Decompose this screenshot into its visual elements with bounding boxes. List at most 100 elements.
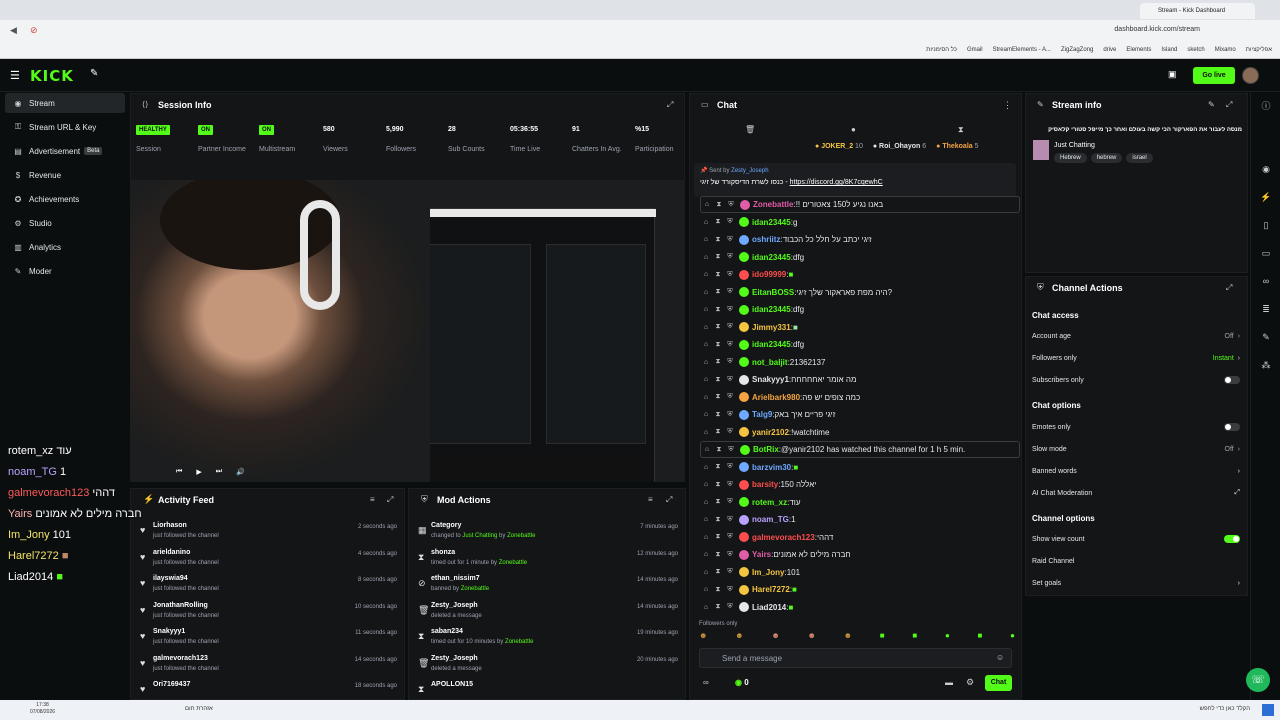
hourglass-icon[interactable]: ⧗	[712, 218, 724, 226]
moderator-name[interactable]: Zonebattle	[505, 639, 533, 645]
pin-message-icon[interactable]: ⌂	[700, 271, 712, 278]
emote-icon[interactable]: ☻	[771, 631, 779, 643]
filter-icon[interactable]: ≡	[370, 495, 375, 504]
pin-message-icon[interactable]: ⌂	[700, 394, 712, 401]
pin-message-icon[interactable]: ⌂	[700, 359, 712, 366]
hourglass-icon[interactable]: ⧗	[712, 376, 724, 384]
hourglass-icon[interactable]: ⧗	[712, 411, 724, 419]
category-label[interactable]: Just Chatting	[1054, 142, 1095, 149]
chat-username[interactable]: EitanBOSS	[752, 288, 794, 297]
slow-mode-row[interactable]: Slow mode Off ›	[1032, 439, 1240, 459]
bookmark-item[interactable]: Elements	[1126, 47, 1151, 53]
pin-message-icon[interactable]: ⌂	[700, 411, 712, 418]
pin-message-icon[interactable]: ⌂	[700, 481, 712, 488]
pin-message-icon[interactable]: ⌂	[700, 289, 712, 296]
hourglass-icon[interactable]: ⧗	[712, 236, 724, 244]
emote-icon[interactable]: ☻	[735, 631, 743, 643]
activity-user[interactable]: arieldanino	[153, 549, 190, 556]
tag[interactable]: Hebrew	[1054, 153, 1087, 163]
top-chatter[interactable]: ● Thekoala 5	[936, 143, 978, 155]
activity-user[interactable]: Liorhason	[153, 522, 187, 529]
avatar[interactable]	[1242, 67, 1259, 84]
chat-username[interactable]: Jimmy331	[752, 323, 791, 332]
chat-input[interactable]: Send a message	[699, 648, 1012, 668]
chat-icon[interactable]: ▭	[1256, 244, 1276, 262]
tag[interactable]: israel	[1126, 153, 1153, 163]
nodes-icon[interactable]: ⁂	[1256, 356, 1276, 374]
pin-message-icon[interactable]: ⌂	[700, 254, 712, 261]
sidebar-item-moder[interactable]: ✎ Moder	[5, 261, 125, 281]
hourglass-icon[interactable]: ⧗	[712, 498, 724, 506]
emote-icon[interactable]: ■	[880, 631, 885, 643]
pin-message-icon[interactable]: ⌂	[700, 569, 712, 576]
volume-icon[interactable]: 🔊	[236, 468, 245, 480]
chat-username[interactable]: rotem_xz	[752, 498, 787, 507]
reload-icon[interactable]: ⊘	[30, 25, 38, 36]
discord-link[interactable]: https://discord.gg/8K7cqewhC	[790, 179, 883, 186]
ai-moderation-row[interactable]: AI Chat Moderation ⤢	[1032, 483, 1240, 503]
bookmark-item[interactable]: Island	[1161, 47, 1177, 53]
chat-username[interactable]: idan23445	[752, 340, 791, 349]
bookmark-item[interactable]: אפליקציות	[1246, 47, 1272, 53]
hourglass-icon[interactable]: ⧗	[713, 201, 725, 209]
emote-icon[interactable]: ■	[912, 631, 917, 643]
hourglass-icon[interactable]: ⧗	[712, 323, 724, 331]
pin-message-icon[interactable]: ⌂	[701, 201, 713, 208]
popout-icon[interactable]: ⤢	[666, 495, 672, 505]
go-live-button[interactable]: Go live	[1193, 67, 1235, 84]
next-icon[interactable]: ⏭	[216, 468, 222, 480]
back-icon[interactable]: ◀	[10, 25, 17, 36]
activity-user[interactable]: Snakyyy1	[153, 628, 185, 635]
chat-username[interactable]: ido99999	[752, 270, 786, 279]
pinned-by[interactable]: Zesty_Joseph	[731, 168, 768, 174]
chat-username[interactable]: Liad2014	[752, 603, 786, 612]
prev-icon[interactable]: ⏮	[176, 468, 182, 480]
banned-words-row[interactable]: Banned words ›	[1032, 461, 1240, 481]
lightning-icon[interactable]: ⚡	[1256, 188, 1276, 206]
search-field[interactable]: הקלד כאן כדי לחפש	[1150, 706, 1250, 712]
chat-username[interactable]: Arielbark980	[752, 393, 800, 402]
chat-username[interactable]: yanir2102	[752, 428, 789, 437]
chat-username[interactable]: galmevorach123	[752, 533, 815, 542]
hourglass-icon[interactable]: ⧗	[712, 481, 724, 489]
followers-only-row[interactable]: Followers only Instant ›	[1032, 348, 1240, 368]
smile-icon[interactable]: ☺	[996, 653, 1004, 662]
emote-icon[interactable]: ■	[978, 631, 983, 643]
pin-message-icon[interactable]: ⌂	[700, 586, 712, 593]
bookmark-item[interactable]: כל הסימניות	[926, 47, 957, 53]
play-icon[interactable]: ▶	[196, 468, 201, 480]
hourglass-icon[interactable]: ⧗	[712, 463, 724, 471]
top-chatter[interactable]: ● JOKER_2 10	[815, 143, 863, 155]
hourglass-icon[interactable]: ⧗	[712, 551, 724, 559]
chat-username[interactable]: Yairs	[752, 550, 771, 559]
active-tab[interactable]: Stream - Kick Dashboard	[1140, 3, 1255, 19]
chat-username[interactable]: noam_TG	[752, 515, 789, 524]
hourglass-icon[interactable]: ⧗	[712, 341, 724, 349]
document-icon[interactable]: ▯	[1256, 216, 1276, 234]
stream-preview[interactable]	[130, 180, 685, 482]
hourglass-icon[interactable]: ⧗	[712, 288, 724, 296]
emote-icon[interactable]: ☻	[807, 631, 815, 643]
layers-icon[interactable]: ≣	[1256, 300, 1276, 318]
pin-message-icon[interactable]: ⌂	[701, 446, 713, 453]
mod-target[interactable]: APOLLON15	[431, 681, 473, 688]
chat-username[interactable]: idan23445	[752, 305, 791, 314]
info-icon[interactable]: ⓘ	[1256, 97, 1276, 115]
moderator-name[interactable]: Zonebattle	[499, 560, 527, 566]
chat-username[interactable]: idan23445	[752, 218, 791, 227]
chat-username[interactable]: BotRix	[753, 445, 779, 454]
account-age-row[interactable]: Account age Off ›	[1032, 326, 1240, 346]
sidebar-item-advertisement[interactable]: ▤ Advertisement Beta	[5, 141, 125, 161]
tag[interactable]: hebrew	[1090, 153, 1123, 163]
top-chatter[interactable]: ● Roi_Ohayon 6	[873, 143, 926, 155]
send-chat-button[interactable]: Chat	[985, 675, 1012, 691]
pin-message-icon[interactable]: ⌂	[700, 324, 712, 331]
wrench-icon[interactable]: ✎	[1256, 328, 1276, 346]
activity-user[interactable]: Ori7169437	[153, 681, 190, 688]
chat-username[interactable]: barzvim30	[752, 463, 791, 472]
sidebar-item-stream-url-key[interactable]: ⚿ Stream URL & Key	[5, 117, 125, 137]
pin-message-icon[interactable]: ⌂	[700, 516, 712, 523]
mod-target[interactable]: Zesty_Joseph	[431, 602, 478, 609]
pin-message-icon[interactable]: ⌂	[700, 429, 712, 436]
pin-message-icon[interactable]: ⌂	[700, 219, 712, 226]
